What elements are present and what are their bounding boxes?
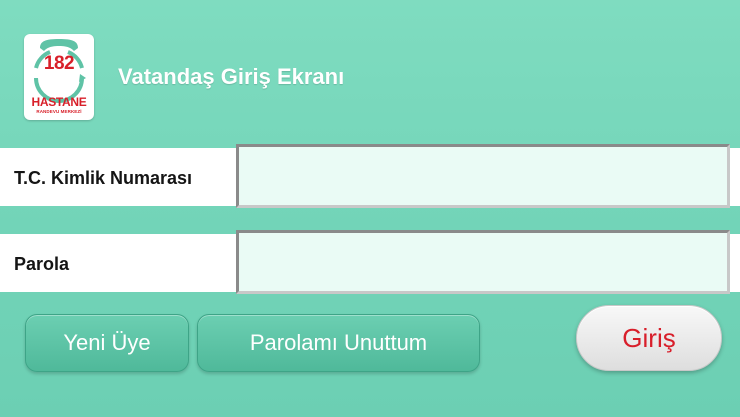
id-number-field[interactable] (236, 144, 730, 208)
id-number-row: T.C. Kimlik Numarası (0, 144, 740, 208)
logo-number: 182 (43, 53, 75, 74)
register-button[interactable]: Yeni Üye (25, 314, 189, 372)
password-row: Parola (0, 230, 740, 294)
password-label: Parola (14, 254, 70, 274)
page-title: Vatandaş Giriş Ekranı (118, 64, 345, 89)
forgot-password-button[interactable]: Parolamı Unuttum (197, 314, 480, 372)
password-field[interactable] (236, 230, 730, 294)
password-input[interactable] (239, 233, 727, 291)
logo-182-hastane: 182 HASTANE RANDEVU MERKEZİ (24, 34, 94, 120)
login-button[interactable]: Giriş (576, 305, 722, 371)
logo-brand: HASTANE (31, 95, 87, 109)
id-number-label: T.C. Kimlik Numarası (14, 168, 193, 188)
logo-subtitle: RANDEVU MERKEZİ (36, 109, 82, 114)
id-number-input[interactable] (239, 147, 727, 205)
